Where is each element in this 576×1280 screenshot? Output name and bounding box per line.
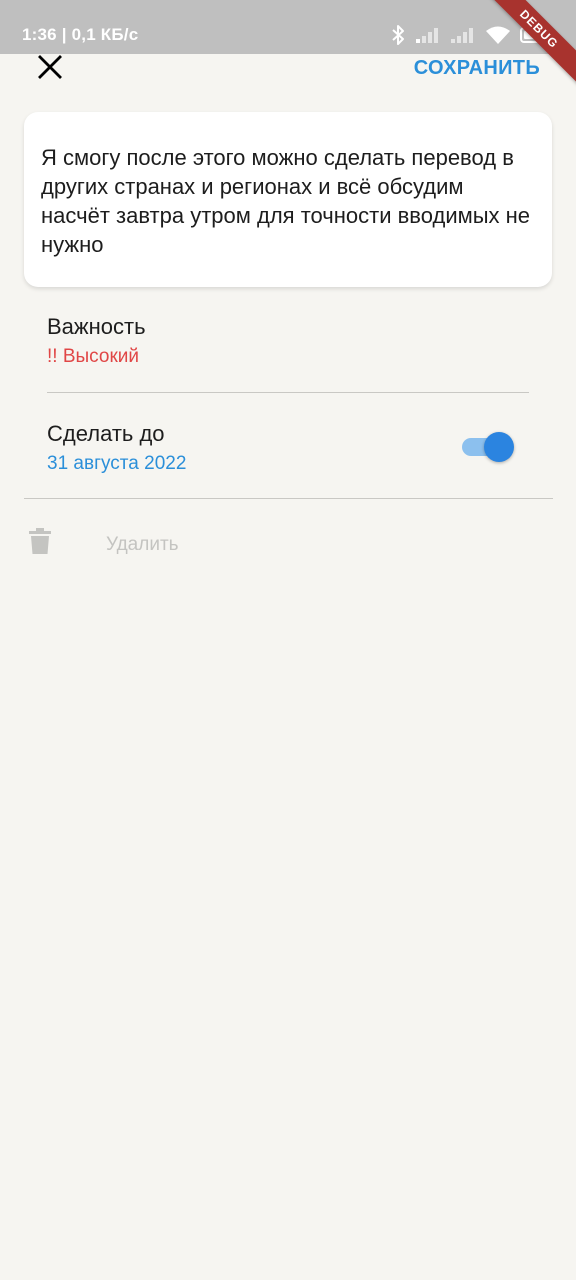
status-bar: 1:36 | 0,1 КБ/с xyxy=(0,0,576,54)
close-button[interactable] xyxy=(28,50,72,88)
deadline-date[interactable]: 31 августа 2022 xyxy=(47,452,186,476)
signal-icon xyxy=(450,26,476,44)
save-button[interactable]: СОХРАНИТЬ xyxy=(414,56,540,80)
divider xyxy=(47,392,529,393)
status-time-speed: 1:36 | 0,1 КБ/с xyxy=(22,25,139,44)
divider xyxy=(24,498,553,499)
importance-value[interactable]: !! Высокий xyxy=(47,345,139,369)
importance-label[interactable]: Важность xyxy=(47,313,146,341)
note-card[interactable]: Я смогу после этого можно сделать перево… xyxy=(24,112,552,287)
trash-icon xyxy=(29,527,51,560)
delete-button[interactable]: Удалить xyxy=(24,520,224,568)
toggle-thumb xyxy=(484,432,514,462)
close-icon xyxy=(38,54,62,84)
deadline-label: Сделать до xyxy=(47,421,165,446)
wifi-icon xyxy=(485,25,511,45)
bluetooth-icon xyxy=(390,24,406,46)
note-text-field[interactable]: Я смогу после этого можно сделать перево… xyxy=(41,143,534,259)
deadline-toggle[interactable] xyxy=(460,431,516,463)
delete-label: Удалить xyxy=(106,534,179,555)
signal-icon xyxy=(415,26,441,44)
